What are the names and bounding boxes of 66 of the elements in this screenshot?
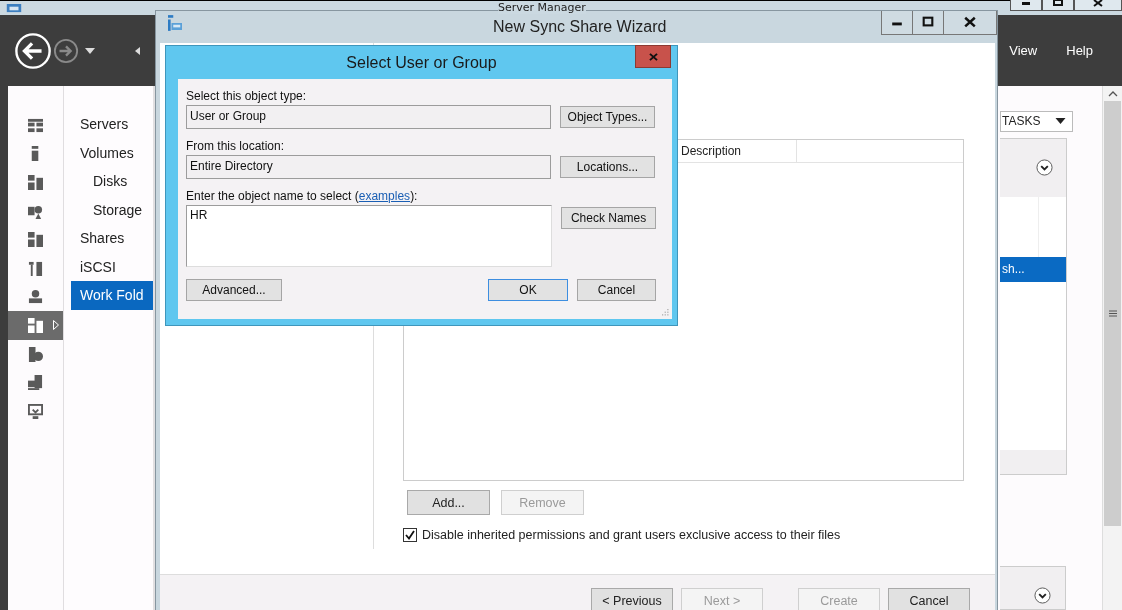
list-button[interactable]: Add... — [407, 490, 490, 515]
window-title: Server Manager — [498, 1, 586, 14]
dialog-button[interactable]: Cancel — [577, 279, 656, 301]
window-title: New Sync Share Wizard — [493, 18, 667, 36]
dialog-title: Select User or Group — [346, 53, 497, 72]
nav-item[interactable]: Shares — [64, 224, 153, 253]
menu-item[interactable]: View — [1009, 43, 1038, 58]
dialog-button[interactable]: Object Types... — [560, 106, 655, 128]
nav-item[interactable]: Disks — [64, 167, 153, 196]
restore-icon[interactable] — [1042, 0, 1074, 11]
scrollbar[interactable] — [1102, 86, 1122, 610]
readonly-field: Entire Directory — [186, 155, 551, 179]
maximize-icon[interactable] — [912, 11, 944, 35]
computer-icon — [28, 375, 43, 391]
dialog-button[interactable]: Check Names — [561, 207, 656, 229]
dialog-button[interactable]: OK — [488, 279, 568, 301]
disk-icon — [28, 346, 43, 362]
field-label: Select this object type: — [186, 89, 308, 104]
checkbox[interactable] — [403, 528, 417, 542]
close-button[interactable] — [635, 45, 671, 68]
checkmark-icon — [405, 530, 415, 540]
expand-arrow-icon — [53, 320, 59, 331]
chevron-down-icon[interactable] — [1034, 587, 1051, 605]
app-icon — [6, 3, 22, 13]
dialog-button[interactable]: Advanced... — [186, 279, 282, 301]
close-icon[interactable] — [943, 11, 997, 35]
minimize-icon[interactable] — [881, 11, 913, 35]
nav-item[interactable]: Work Fold — [71, 281, 153, 310]
servers-icon — [28, 175, 43, 190]
minimize-icon[interactable] — [1010, 0, 1042, 11]
back-icon[interactable] — [14, 31, 52, 70]
nav-item[interactable]: Servers — [64, 110, 153, 139]
caret-icon — [135, 46, 140, 55]
field-label: From this location: — [186, 139, 286, 154]
tile-footer — [1000, 450, 1066, 475]
scroll-up-icon[interactable] — [1107, 91, 1118, 97]
menu-item[interactable]: Help — [1066, 43, 1093, 58]
nav-item[interactable]: iSCSI — [64, 252, 153, 281]
examples-link[interactable]: examples — [358, 189, 411, 203]
tile-row[interactable]: sh... — [1000, 256, 1066, 282]
tasks-dropdown[interactable]: TASKS — [1000, 111, 1073, 132]
monitor-icon — [28, 403, 43, 419]
footer-button[interactable]: Cancel — [888, 588, 970, 610]
storage-icon — [28, 232, 43, 248]
dialog-button[interactable]: Locations... — [560, 156, 655, 178]
checkbox-label[interactable]: Disable inherited permissions and grant users exclusive access to their files — [422, 528, 841, 542]
resize-grip-icon — [662, 309, 669, 316]
close-icon — [648, 52, 658, 61]
nav-item[interactable]: Storage — [64, 195, 153, 224]
dropdown-caret-icon — [1055, 118, 1066, 125]
rail-item[interactable] — [8, 311, 63, 340]
tools-icon — [28, 260, 43, 276]
chevron-down-icon[interactable] — [1036, 159, 1053, 177]
grip-icon — [1108, 310, 1117, 317]
dropdown-caret-icon[interactable] — [85, 47, 95, 54]
footer-button[interactable]: < Previous — [591, 588, 673, 610]
forward-icon[interactable] — [53, 37, 79, 64]
scrollbar-thumb[interactable] — [1104, 101, 1121, 526]
field-label: Enter the object name to select (examples): — [186, 189, 419, 204]
object-name-field[interactable]: HR — [186, 205, 553, 267]
close-icon[interactable] — [1074, 0, 1122, 11]
readonly-field: User or Group — [186, 105, 551, 129]
app-icon — [168, 15, 182, 31]
nav-item[interactable]: Volumes — [64, 138, 153, 167]
folders-icon — [28, 317, 43, 333]
dashboard-icon — [28, 117, 43, 133]
